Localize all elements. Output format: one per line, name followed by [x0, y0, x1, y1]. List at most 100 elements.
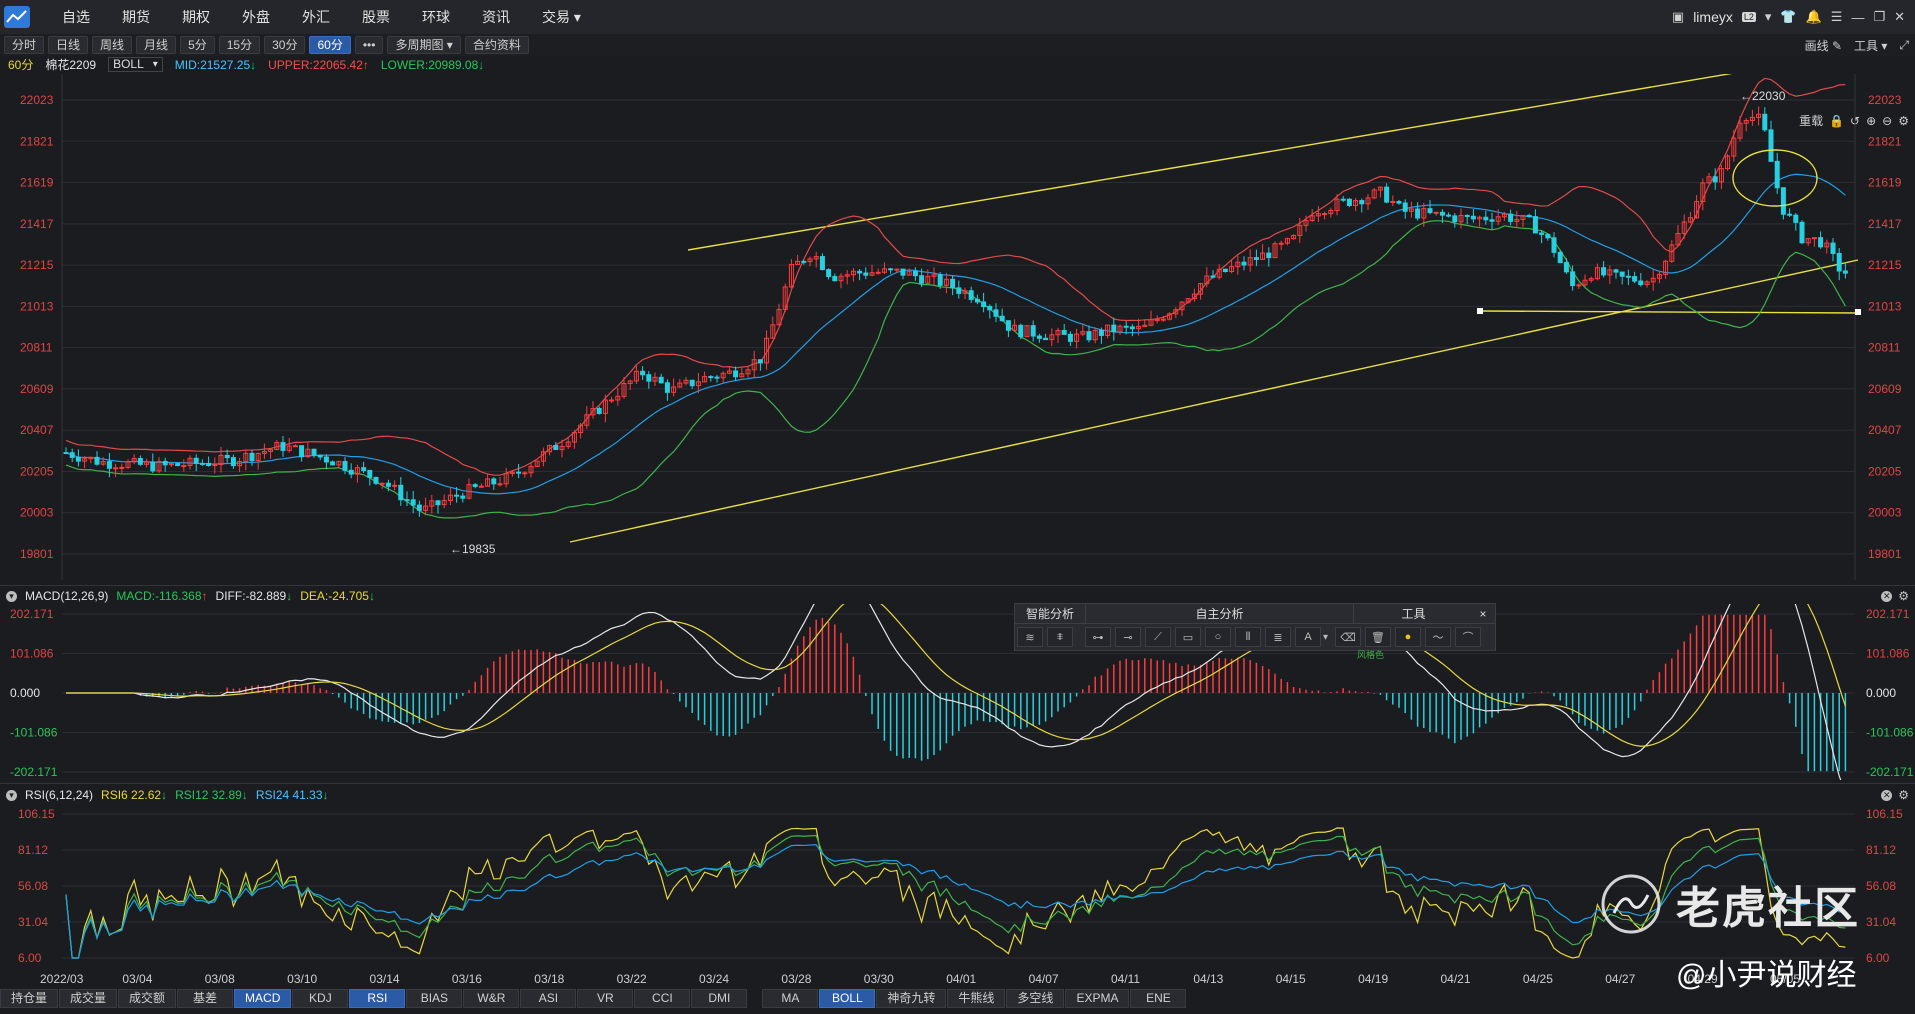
expand-icon[interactable]: ⤢ [1899, 38, 1909, 53]
text-icon[interactable]: A [1295, 627, 1321, 647]
dropdown-chevron-icon[interactable]: ▾ [1765, 9, 1772, 25]
indicator-tab-0[interactable]: 持仓量 [0, 988, 59, 1008]
candle [1030, 325, 1036, 337]
candle [181, 465, 187, 468]
minimize-icon[interactable]: — [1851, 10, 1864, 25]
segment-icon[interactable]: ⊸ [1115, 627, 1141, 647]
overlay-tab-3[interactable]: 牛熊线 [947, 988, 1006, 1008]
menu-item-news[interactable]: 资讯 [466, 0, 526, 34]
contract-info-button[interactable]: 合约资料 [464, 36, 529, 54]
period-monthly[interactable]: 月线 [136, 36, 177, 54]
palette-icon[interactable]: ● [1395, 627, 1421, 647]
macd-lines [66, 604, 1846, 780]
menu-item-futures[interactable]: 期货 [106, 0, 166, 34]
tools-dropdown[interactable]: 工具 ▾ [1854, 37, 1887, 54]
overlay-tab-0[interactable]: MA [762, 988, 819, 1008]
indicator-tab-3[interactable]: 基差 [177, 988, 234, 1008]
macd-tick-label: 0.000 [10, 686, 40, 700]
macd-chart[interactable]: 202.171 202.171 101.086 101.086 0.000 0.000 -1… [0, 604, 1915, 780]
indicator-tab-12[interactable]: DMI [691, 988, 748, 1008]
eraser-icon[interactable]: ⌫ [1335, 627, 1361, 647]
indicator-tab-7[interactable]: BIAS [406, 988, 463, 1008]
candle [640, 370, 646, 376]
candle [993, 309, 999, 317]
period-60min[interactable]: 60分 [309, 36, 351, 54]
menu-item-stocks[interactable]: 股票 [346, 0, 406, 34]
menu-item-foreign-market[interactable]: 外盘 [226, 0, 286, 34]
overlay-tab-4[interactable]: 多空线 [1006, 988, 1065, 1008]
line-style-icon[interactable]: 〜 [1425, 627, 1451, 647]
tab-self-analysis[interactable]: 自主分析 [1085, 604, 1353, 623]
pattern-icon[interactable]: ≋ [1017, 627, 1043, 647]
more-tools-chevron-icon[interactable]: ▾ [1323, 632, 1333, 643]
menu-item-options[interactable]: 期权 [166, 0, 226, 34]
wave-icon[interactable]: ⩨ [1047, 627, 1073, 647]
indicator-tab-5[interactable]: KDJ [292, 988, 349, 1008]
username[interactable]: limeyx [1693, 9, 1733, 25]
price-tick-label: 21619 [1868, 176, 1902, 190]
tab-smart-analysis[interactable]: 智能分析 [1015, 604, 1085, 623]
avatar[interactable]: ▣ [1672, 9, 1684, 25]
trash-icon[interactable]: 🗑 [1365, 627, 1391, 647]
period-5min[interactable]: 5分 [180, 36, 215, 54]
restore-icon[interactable]: ❐ [1873, 9, 1885, 25]
indicator-tab-10[interactable]: VR [577, 988, 634, 1008]
rsi-settings-icon[interactable]: ⚙ [1898, 788, 1909, 802]
more-periods-button[interactable]: ••• [354, 36, 384, 54]
candle [553, 445, 559, 451]
period-daily[interactable]: 日线 [48, 36, 89, 54]
menu-item-forex[interactable]: 外汇 [286, 0, 346, 34]
multi-period-dropdown[interactable]: 多周期图 ▾ [387, 36, 461, 54]
fib-icon[interactable]: ≣ [1265, 627, 1291, 647]
overlay-tab-5[interactable]: EXPMA [1065, 988, 1130, 1008]
grid-lines-icon[interactable]: ⦀ [1235, 627, 1261, 647]
boll-lower-value: LOWER:20989.08↓ [380, 57, 485, 72]
macd-settings-icon[interactable]: ⚙ [1898, 589, 1909, 603]
rsi-remove-icon[interactable]: ✕ [1881, 789, 1893, 801]
candle [162, 460, 168, 466]
period-weekly[interactable]: 周线 [92, 36, 133, 54]
panel-close-button[interactable]: × [1473, 604, 1493, 623]
indicator-tab-9[interactable]: ASI [520, 988, 577, 1008]
candle [1278, 242, 1284, 245]
menu-item-trade[interactable]: 交易 ▾ [526, 0, 597, 34]
menu-item-global[interactable]: 环球 [406, 0, 466, 34]
shirt-icon[interactable]: 👕 [1780, 9, 1796, 25]
menu-item-watchlist[interactable]: 自选 [46, 0, 106, 34]
bell-icon[interactable]: 🔔 [1806, 9, 1822, 25]
close-icon[interactable]: ✕ [1894, 9, 1905, 25]
indicator-tab-4[interactable]: MACD [234, 988, 292, 1008]
period-15min[interactable]: 15分 [218, 36, 261, 54]
candle [658, 376, 664, 384]
candle [1576, 284, 1582, 287]
indicator-tab-8[interactable]: W&R [463, 988, 520, 1008]
price-tick-label: 22023 [1868, 93, 1902, 107]
macd-remove-icon[interactable]: ✕ [1881, 590, 1893, 602]
period-intraday[interactable]: 分时 [4, 36, 45, 54]
macd-tick-label: 202.171 [10, 607, 54, 621]
overlay-tab-2[interactable]: 神奇九转 [876, 988, 947, 1008]
overlay-tab-6[interactable]: ENE [1130, 988, 1187, 1008]
period-label: 60分 [8, 58, 34, 72]
rectangle-icon[interactable]: ▭ [1175, 627, 1201, 647]
indicator-select[interactable]: BOLL [108, 57, 163, 72]
draw-line-button[interactable]: 画线 ✎ [1805, 37, 1842, 54]
overlay-tab-1[interactable]: BOLL [819, 988, 876, 1008]
indicator-bar: 持仓量 成交量 成交额 基差 MACD KDJ RSI BIAS W&R ASI VR CCI DMI … [0, 987, 1915, 1009]
candle [1402, 202, 1408, 212]
rsi-close-icon[interactable]: ▾ [6, 789, 17, 801]
magnet-icon[interactable]: ⌒ [1455, 627, 1481, 647]
price-chart[interactable]: 22023 21821 21619 21417 21215 21013 20811 20609… [0, 74, 1915, 580]
circle-icon[interactable]: ○ [1205, 627, 1231, 647]
macd-close-icon[interactable]: ▾ [6, 590, 17, 602]
hline-icon[interactable]: ⊶ [1085, 627, 1111, 647]
menu-icon[interactable]: ☰ [1831, 9, 1843, 25]
tab-tools[interactable]: 工具 [1353, 604, 1473, 623]
indicator-tab-11[interactable]: CCI [634, 988, 691, 1008]
period-30min[interactable]: 30分 [264, 36, 306, 54]
indicator-tab-1[interactable]: 成交量 [59, 988, 118, 1008]
ray-icon[interactable]: ⟋ [1145, 627, 1171, 647]
app-logo-icon[interactable] [0, 0, 34, 34]
indicator-tab-2[interactable]: 成交额 [118, 988, 177, 1008]
indicator-tab-6[interactable]: RSI [349, 988, 406, 1008]
